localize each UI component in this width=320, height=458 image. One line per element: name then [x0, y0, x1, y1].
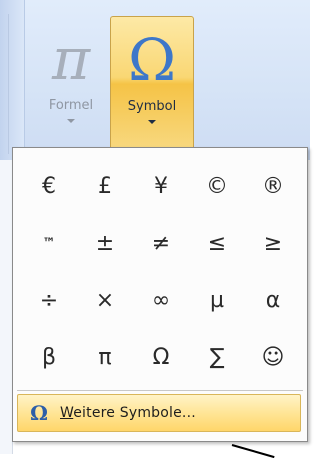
symbol-cell[interactable]: ™ — [21, 215, 77, 272]
symbol-cell[interactable]: ≥ — [245, 215, 301, 272]
symbol-cell[interactable]: ≠ — [133, 215, 189, 272]
symbol-cell[interactable]: © — [189, 158, 245, 215]
symbol-cell[interactable]: £ — [77, 158, 133, 215]
symbol-cell[interactable]: Ω — [133, 329, 189, 386]
more-symbols-mnemonic: W — [60, 405, 74, 421]
ribbon-separator — [8, 14, 9, 154]
symbol-cell[interactable]: ÷ — [21, 272, 77, 329]
omega-icon: Ω — [30, 401, 48, 425]
chevron-down-icon — [67, 119, 75, 123]
more-symbols-menu-item[interactable]: Ω Weitere Symbole... — [17, 394, 301, 432]
symbol-cell[interactable]: € — [21, 158, 77, 215]
symbol-cell[interactable]: ® — [245, 158, 301, 215]
symbol-cell[interactable]: β — [21, 329, 77, 386]
menu-separator — [17, 390, 303, 391]
symbol-cell[interactable]: α — [245, 272, 301, 329]
symbol-cell[interactable]: π — [77, 329, 133, 386]
formel-button[interactable]: π Formel — [32, 16, 110, 152]
symbol-dropdown: € £ ¥ © ® ™ ± ≠ ≤ ≥ ÷ × ∞ µ α β π Ω ∑ ☺ … — [12, 147, 308, 442]
symbol-cell[interactable]: ± — [77, 215, 133, 272]
symbol-cell[interactable]: × — [77, 272, 133, 329]
symbol-cell[interactable]: ☺ — [245, 329, 301, 386]
more-symbols-label: Weitere Symbole... — [60, 405, 196, 421]
symbol-cell[interactable]: ∞ — [133, 272, 189, 329]
pi-icon: π — [51, 25, 91, 93]
ribbon: π Formel Ω Symbol — [0, 0, 310, 160]
symbol-label: Symbol — [127, 99, 177, 114]
chevron-down-icon — [148, 120, 156, 124]
symbol-cell[interactable]: ≤ — [189, 215, 245, 272]
more-symbols-label-text: eitere Symbole... — [73, 405, 196, 421]
omega-icon: Ω — [127, 26, 177, 94]
ribbon-group-edge — [0, 0, 25, 160]
symbol-grid: € £ ¥ © ® ™ ± ≠ ≤ ≥ ÷ × ∞ µ α β π Ω ∑ ☺ — [21, 158, 301, 386]
formel-label: Formel — [48, 98, 94, 113]
symbol-cell[interactable]: ∑ — [189, 329, 245, 386]
symbol-button[interactable]: Ω Symbol — [110, 16, 194, 152]
symbol-cell[interactable]: ¥ — [133, 158, 189, 215]
symbol-cell[interactable]: µ — [189, 272, 245, 329]
